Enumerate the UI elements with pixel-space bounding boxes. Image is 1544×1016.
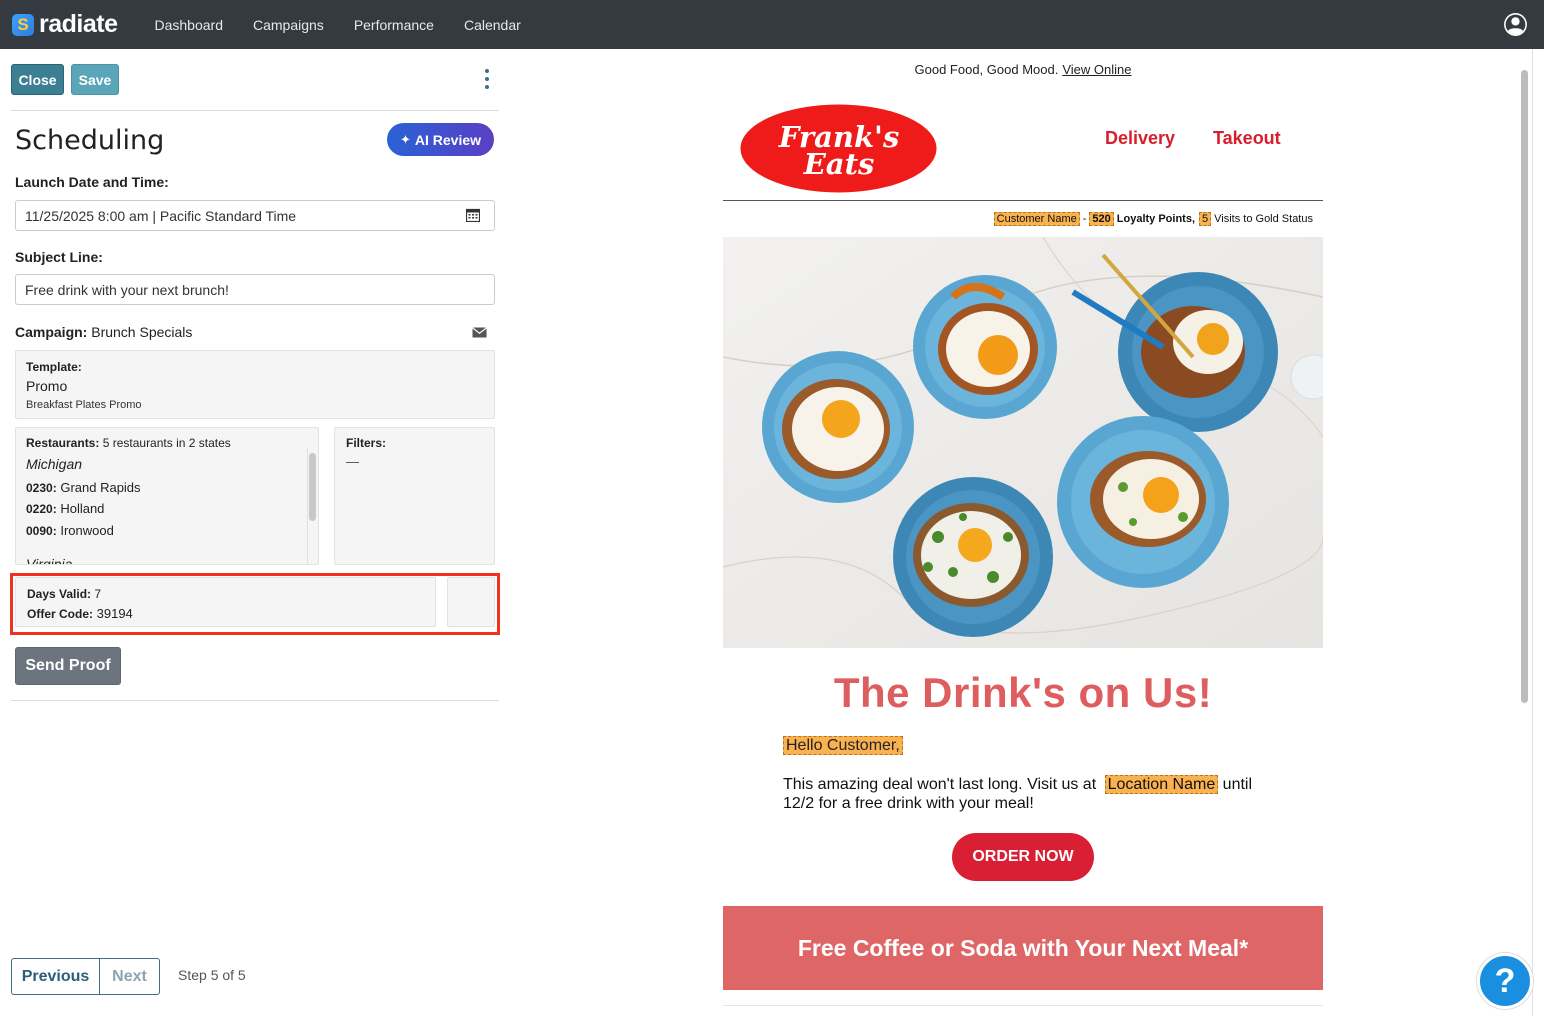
nav-calendar[interactable]: Calendar [464,17,521,33]
subject-line-value: Free drink with your next brunch! [25,281,229,298]
sparkle-icon: ✦ [399,131,411,147]
email-preview: Good Food, Good Mood. View Online Frank's… [723,49,1323,1016]
filters-label: Filters: [346,436,387,450]
pagination: Previous Next [11,958,160,995]
top-nav: S radiate Dashboard Campaigns Performanc… [0,0,1544,49]
email-preheader: Good Food, Good Mood. View Online [914,62,1132,77]
user-avatar-icon[interactable] [1503,12,1528,37]
launch-date-label: Launch Date and Time: [15,174,169,190]
template-subtitle: Breakfast Plates Promo [26,399,142,411]
page-title: Scheduling [15,125,165,156]
scheduling-panel: Close Save Scheduling ✦ AI Review Launch… [10,49,500,1016]
preview-scroll-track [1532,49,1533,1016]
template-card: Template: Promo Breakfast Plates Promo [15,350,495,419]
customer-name-tag: Customer Name [993,212,1080,226]
greeting-tag: Hello Customer, [783,736,903,755]
help-button[interactable]: ? [1477,953,1533,1009]
filters-value: — [346,454,359,469]
next-button[interactable]: Next [100,958,160,995]
restaurant-row: 0230: Grand Rapids [26,480,141,495]
template-label: Template: [26,360,82,374]
restaurants-scroll-track [307,448,308,564]
divider [11,110,499,111]
state-virginia: Virginia [26,556,73,565]
subject-line-label: Subject Line: [15,249,103,265]
takeout-link[interactable]: Takeout [1213,128,1281,149]
logo-line2: Eats [803,147,875,181]
restaurants-scrollbar[interactable] [309,453,316,521]
template-name: Promo [26,378,68,394]
order-now-button[interactable]: ORDER NOW [952,833,1094,881]
mail-icon[interactable] [472,327,487,338]
greeting: Hello Customer, [783,736,903,755]
restaurants-card[interactable]: Restaurants: 5 restaurants in 2 states M… [15,427,319,565]
nav-campaigns[interactable]: Campaigns [253,17,324,33]
previous-button[interactable]: Previous [11,958,100,995]
ai-review-label: AI Review [414,131,482,148]
brand-name: radiate [39,10,118,38]
preview-scrollbar[interactable] [1519,66,1531,1016]
franks-eats-logo: Frank's Eats [740,104,937,193]
state-michigan: Michigan [26,456,83,472]
brand-logo[interactable]: S radiate [12,10,118,39]
divider [723,1005,1323,1006]
restaurants-label: Restaurants: 5 restaurants in 2 states [26,436,231,450]
divider [11,700,499,701]
delivery-link[interactable]: Delivery [1105,128,1175,149]
email-headline: The Drink's on Us! [833,669,1213,716]
campaign-value: Brunch Specials [91,324,193,340]
step-indicator: Step 5 of 5 [178,967,246,983]
more-options-icon[interactable] [481,69,493,89]
email-body-text: This amazing deal won't last long. Visit… [783,775,1253,812]
offer-banner: Free Coffee or Soda with Your Next Meal* [723,906,1323,990]
campaign-label: Campaign: [15,324,88,340]
restaurant-row: 0090: Ironwood [26,523,114,538]
points-tag: 520 [1089,212,1114,226]
close-button[interactable]: Close [11,64,64,95]
nav-dashboard[interactable]: Dashboard [154,17,223,33]
brand-mark-icon: S [12,13,34,36]
calendar-icon[interactable] [466,208,480,222]
ai-review-button[interactable]: ✦ AI Review [387,123,494,156]
restaurant-row: 0220: Holland [26,501,105,516]
divider [723,200,1323,201]
highlight-annotation [10,573,500,635]
subject-line-input[interactable]: Free drink with your next brunch! [15,274,495,305]
campaign-line: Campaign: Brunch Specials [15,324,192,340]
save-button[interactable]: Save [71,64,119,95]
nav-performance[interactable]: Performance [354,17,434,33]
launch-date-input[interactable]: 11/25/2025 8:00 am | Pacific Standard Ti… [15,200,495,231]
loyalty-line: Customer Name - 520 Loyalty Points, 5 Vi… [993,212,1313,226]
filters-card: Filters: — [334,427,495,565]
location-name-tag: Location Name [1104,775,1219,794]
visits-tag: 5 [1199,212,1212,226]
view-online-link[interactable]: View Online [1062,62,1131,77]
launch-date-value: 11/25/2025 8:00 am | Pacific Standard Ti… [25,207,297,224]
send-proof-button[interactable]: Send Proof [15,647,121,685]
breakfast-plates-image [723,237,1323,648]
